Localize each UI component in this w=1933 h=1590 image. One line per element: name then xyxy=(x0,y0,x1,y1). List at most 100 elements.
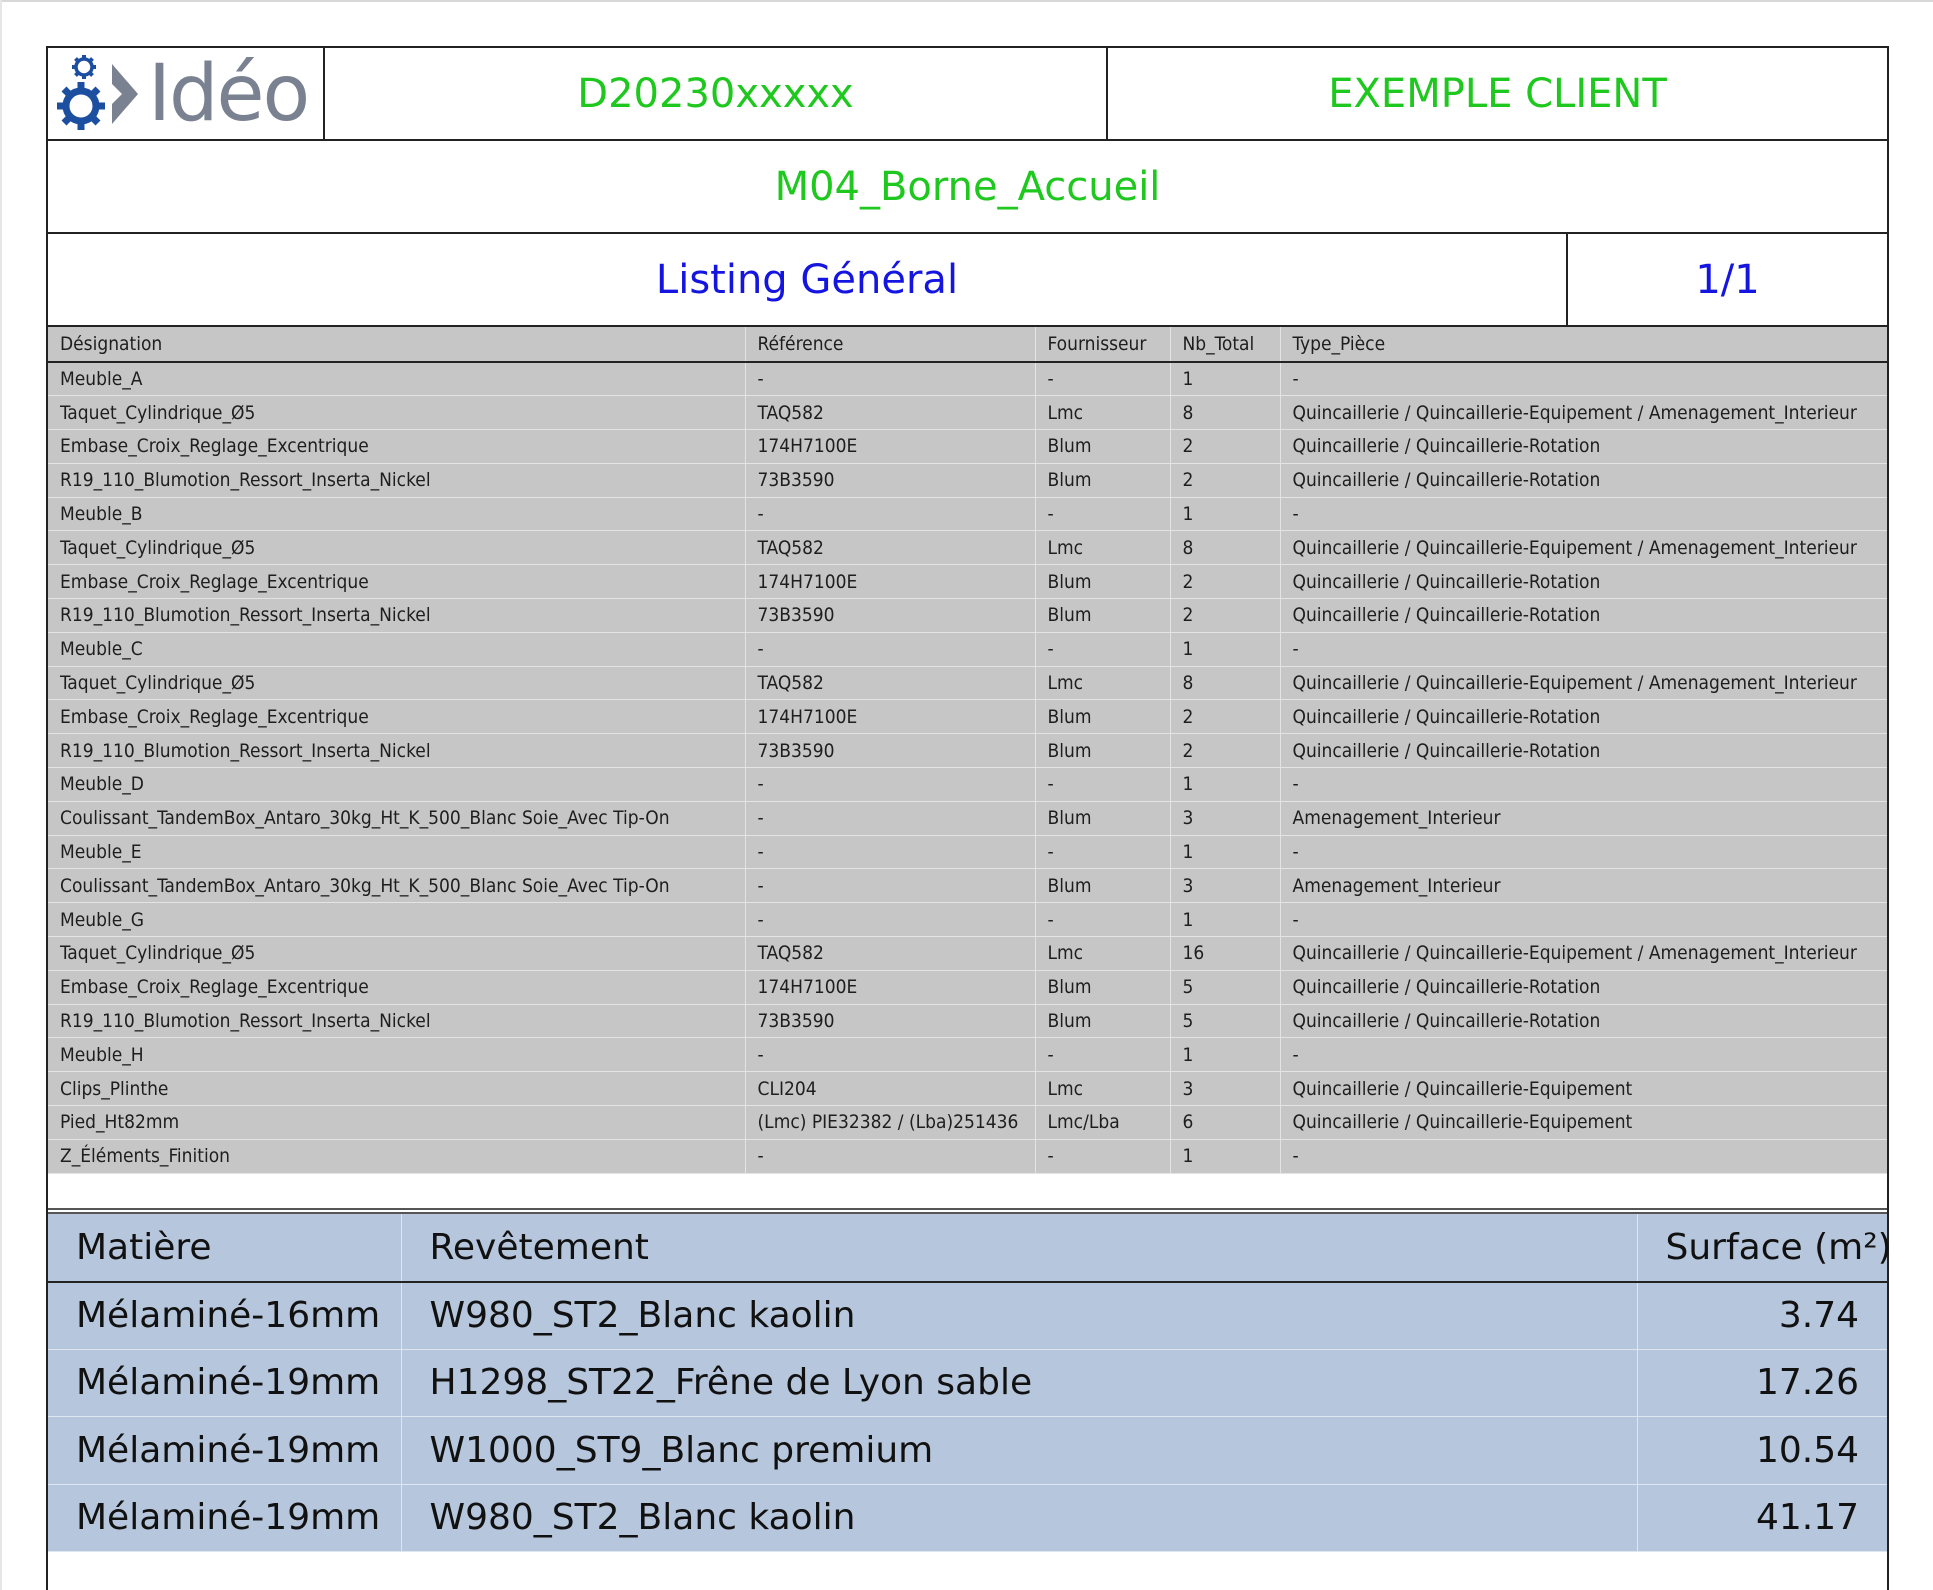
cell-reference: 174H7100E xyxy=(745,429,1036,464)
cell-nb-total: 1 xyxy=(1170,362,1281,397)
table-row: R19_110_Blumotion_Ressort_Inserta_Nickel… xyxy=(48,598,1887,633)
column-header-revetement: Revêtement xyxy=(401,1214,1638,1283)
cell-reference: - xyxy=(745,767,1036,802)
cell-designation: Meuble_C xyxy=(48,632,746,667)
cell-designation: Pied_Ht82mm xyxy=(48,1105,746,1140)
column-header-matiere: Matière xyxy=(48,1214,402,1283)
cell-fournisseur: Lmc xyxy=(1035,395,1171,431)
logo-wordmark: Idéo xyxy=(148,48,310,139)
table-group-row: Meuble_C - -1- xyxy=(48,632,1887,667)
cell-nb-total: 1 xyxy=(1170,1139,1281,1174)
cell-reference: - xyxy=(745,362,1036,397)
table-row: Taquet_Cylindrique_Ø5 TAQ582 Lmc 8 Quincaill… xyxy=(48,395,1887,431)
listing-header-row: Désignation Référence Fournisseur Nb_Tot… xyxy=(48,327,1887,363)
table-row: R19_110_Blumotion_Ressort_Inserta_Nickel… xyxy=(48,733,1887,769)
cell-designation: R19_110_Blumotion_Ressort_Inserta_Nickel xyxy=(48,463,746,498)
cell-reference: 73B3590 xyxy=(745,598,1036,633)
cell-type-piece: - xyxy=(1280,497,1887,532)
cell-type-piece: - xyxy=(1280,835,1887,870)
cell-type-piece: Quincaillerie / Quincaillerie-Equipement… xyxy=(1280,666,1887,701)
column-header-surface: Surface (m²) xyxy=(1637,1214,1892,1283)
listing-title: Listing Général xyxy=(655,256,959,303)
cell-reference: CLI204 xyxy=(745,1071,1036,1107)
cell-fournisseur: Lmc/Lba xyxy=(1035,1105,1171,1140)
table-row: Clips_Plinthe CLI204 Lmc 3 Quincaillerie / Q… xyxy=(48,1071,1887,1107)
cell-nb-total: 1 xyxy=(1170,835,1281,870)
cell-type-piece: Amenagement_Interieur xyxy=(1280,801,1887,836)
cell-fournisseur: Blum xyxy=(1035,801,1171,836)
cell-fournisseur: Lmc xyxy=(1035,666,1171,701)
cell-designation: Embase_Croix_Reglage_Excentrique xyxy=(48,429,746,464)
cell-nb-total: 1 xyxy=(1170,902,1281,938)
cell-fournisseur: Blum xyxy=(1035,463,1171,498)
column-header-type-piece: Type_Pièce xyxy=(1280,327,1887,363)
cell-designation: Taquet_Cylindrique_Ø5 xyxy=(48,395,746,431)
cell-reference: 73B3590 xyxy=(745,463,1036,498)
cell-designation: Meuble_B xyxy=(48,497,746,532)
cell-designation: Coulissant_TandemBox_Antaro_30kg_Ht_K_50… xyxy=(48,868,746,904)
table-row: Taquet_Cylindrique_Ø5 TAQ582 Lmc 16 Quincail… xyxy=(48,936,1887,971)
cell-designation: Embase_Croix_Reglage_Excentrique xyxy=(48,564,746,600)
cell-type-piece: Quincaillerie / Quincaillerie-Rotation xyxy=(1280,1004,1887,1039)
cell-fournisseur: - xyxy=(1035,1037,1171,1073)
cell-reference: 174H7100E xyxy=(745,564,1036,600)
table-row: Embase_Croix_Reglage_Excentrique 174H7100… xyxy=(48,699,1887,735)
cell-fournisseur: Blum xyxy=(1035,429,1171,464)
cell-type-piece: - xyxy=(1280,767,1887,802)
cell-nb-total: 8 xyxy=(1170,395,1281,431)
cell-type-piece: Quincaillerie / Quincaillerie-Rotation xyxy=(1280,733,1887,769)
table-row: R19_110_Blumotion_Ressort_Inserta_Nickel… xyxy=(48,463,1887,498)
cell-fournisseur: - xyxy=(1035,362,1171,397)
cell-nb-total: 2 xyxy=(1170,598,1281,633)
cell-fournisseur: Blum xyxy=(1035,868,1171,904)
cell-type-piece: Quincaillerie / Quincaillerie-Rotation xyxy=(1280,970,1887,1005)
client-name: EXEMPLE CLIENT xyxy=(1328,70,1667,117)
header-row-module: M04_Borne_Accueil xyxy=(48,141,1887,234)
cell-reference: - xyxy=(745,868,1036,904)
materials-header-row: Matière Revêtement Surface (m²) xyxy=(48,1214,1892,1283)
cell-nb-total: 2 xyxy=(1170,429,1281,464)
cell-nb-total: 2 xyxy=(1170,733,1281,769)
table-row: Pied_Ht82mm (Lmc) PIE32382 / (Lba)251436 L… xyxy=(48,1105,1887,1140)
cell-type-piece: Quincaillerie / Quincaillerie-Rotation xyxy=(1280,564,1887,600)
cell-reference: TAQ582 xyxy=(745,530,1036,566)
cell-designation: Meuble_E xyxy=(48,835,746,870)
document-frame: Idéo D20230xxxxx EXEMPLE CLIENT M04_Born… xyxy=(46,46,1892,1590)
client-name-cell: EXEMPLE CLIENT xyxy=(1108,48,1887,139)
cell-reference: (Lmc) PIE32382 / (Lba)251436 xyxy=(745,1105,1036,1140)
cell-fournisseur: - xyxy=(1035,767,1171,802)
cell-designation: Embase_Croix_Reglage_Excentrique xyxy=(48,699,746,735)
cell-fournisseur: - xyxy=(1035,497,1171,532)
cell-type-piece: Quincaillerie / Quincaillerie-Rotation xyxy=(1280,699,1887,735)
materials-row: Mélaminé-19mm W980_ST2_Blanc kaolin 41.17 xyxy=(48,1484,1887,1552)
cell-nb-total: 8 xyxy=(1170,530,1281,566)
cell-fournisseur: Lmc xyxy=(1035,936,1171,971)
listing-table: Désignation Référence Fournisseur Nb_Tot… xyxy=(48,327,1887,1174)
module-name: M04_Borne_Accueil xyxy=(774,163,1161,210)
cell-type-piece: - xyxy=(1280,1139,1887,1174)
cell-nb-total: 3 xyxy=(1170,801,1281,836)
cell-matiere: Mélaminé-19mm xyxy=(48,1416,402,1485)
table-group-row: Meuble_H - -1- xyxy=(48,1037,1887,1073)
table-group-row: Z_Éléments_Finition - -1- xyxy=(48,1139,1887,1174)
cell-revetement: W980_ST2_Blanc kaolin xyxy=(401,1484,1638,1552)
table-group-row: Meuble_A - -1- xyxy=(48,362,1887,397)
cell-matiere: Mélaminé-19mm xyxy=(48,1484,402,1552)
cell-fournisseur: - xyxy=(1035,632,1171,667)
cell-type-piece: Quincaillerie / Quincaillerie-Rotation xyxy=(1280,598,1887,633)
chevron-right-icon xyxy=(112,63,138,124)
cell-reference: - xyxy=(745,1037,1036,1073)
cell-nb-total: 16 xyxy=(1170,936,1281,971)
cell-nb-total: 1 xyxy=(1170,1037,1281,1073)
module-cell: M04_Borne_Accueil xyxy=(48,141,1887,232)
cell-type-piece: Quincaillerie / Quincaillerie-Equipement xyxy=(1280,1105,1887,1140)
cell-nb-total: 2 xyxy=(1170,463,1281,498)
cell-reference: - xyxy=(745,1139,1036,1174)
cell-fournisseur: Lmc xyxy=(1035,530,1171,566)
cell-fournisseur: - xyxy=(1035,835,1171,870)
cell-revetement: H1298_ST22_Frêne de Lyon sable xyxy=(401,1349,1638,1417)
cell-fournisseur: Blum xyxy=(1035,598,1171,633)
column-header-nb-total: Nb_Total xyxy=(1170,327,1281,363)
cell-type-piece: Quincaillerie / Quincaillerie-Equipement… xyxy=(1280,395,1887,431)
cell-nb-total: 1 xyxy=(1170,767,1281,802)
